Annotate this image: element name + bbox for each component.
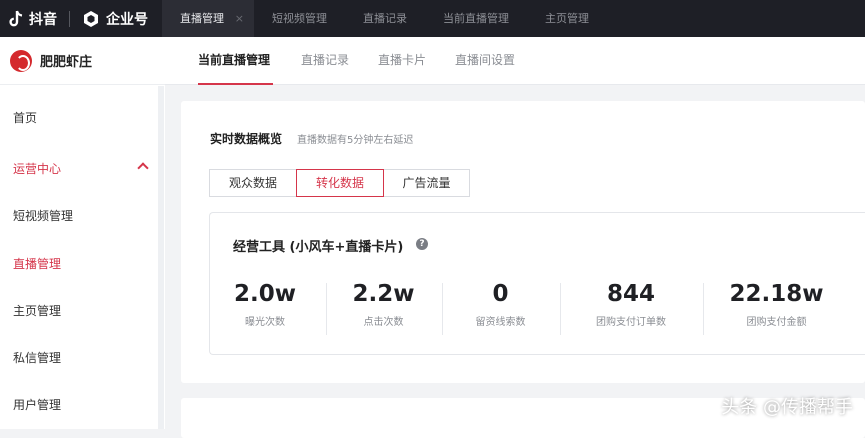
metric-label: 留资线索数 bbox=[443, 313, 558, 328]
metrics-panel: 经营工具 (小风车+直播卡片) ? 2.0w 曝光次数 2.2w 点击次数 0 … bbox=[209, 212, 865, 355]
sidebar-item-users[interactable]: 用户管理 bbox=[0, 390, 165, 420]
tab-current-live[interactable]: 当前直播管理 bbox=[198, 37, 270, 85]
enterprise-logo-icon bbox=[82, 10, 100, 28]
top-bar: 抖音 企业号 直播管理 × 短视频管理 直播记录 当前直播管理 主页管理 bbox=[0, 0, 865, 37]
segment-conversion-data[interactable]: 转化数据 bbox=[296, 169, 384, 197]
sidebar-group-operations[interactable]: 运营中心 bbox=[0, 154, 165, 184]
segment-ad-traffic[interactable]: 广告流量 bbox=[383, 169, 470, 197]
content-tabs: 当前直播管理 直播记录 直播卡片 直播间设置 bbox=[165, 37, 865, 85]
sidebar-item-homepage[interactable]: 主页管理 bbox=[0, 296, 165, 326]
segment-audience-data[interactable]: 观众数据 bbox=[209, 169, 297, 197]
top-tab-label: 主页管理 bbox=[545, 12, 589, 25]
top-tab-label: 直播记录 bbox=[363, 12, 407, 25]
close-icon[interactable]: × bbox=[235, 0, 244, 37]
metric-value: 0 bbox=[443, 278, 558, 310]
realtime-overview-card: 实时数据概览 直播数据有5分钟左右延迟 观众数据 转化数据 广告流量 经营工具 … bbox=[181, 101, 865, 383]
metric-clicks: 2.2w 点击次数 bbox=[327, 278, 440, 328]
metric-label: 团购支付订单数 bbox=[561, 313, 701, 328]
metric-value: 22.18w bbox=[704, 278, 849, 310]
shop-avatar bbox=[10, 50, 32, 72]
top-tab-current-live[interactable]: 当前直播管理 bbox=[425, 0, 527, 37]
metric-label: 曝光次数 bbox=[210, 313, 320, 328]
metric-label: 团购支付金额 bbox=[704, 313, 849, 328]
metric-value: 844 bbox=[561, 278, 701, 310]
delay-note: 直播数据有5分钟左右延迟 bbox=[297, 131, 413, 146]
top-tab-label: 短视频管理 bbox=[272, 12, 327, 25]
sidebar: 肥肥虾庄 首页 运营中心 短视频管理 直播管理 主页管理 私信管理 用户管理 bbox=[0, 37, 165, 429]
sidebar-item-short-video[interactable]: 短视频管理 bbox=[0, 201, 165, 231]
sidebar-item-home[interactable]: 首页 bbox=[0, 103, 165, 133]
sidebar-item-messages[interactable]: 私信管理 bbox=[0, 343, 165, 373]
top-tabs: 直播管理 × 短视频管理 直播记录 当前直播管理 主页管理 bbox=[162, 0, 607, 37]
enterprise-label: 企业号 bbox=[106, 9, 148, 29]
sidebar-item-live[interactable]: 直播管理 bbox=[0, 249, 165, 279]
sidebar-group-label: 运营中心 bbox=[13, 162, 61, 176]
app-name: 抖音 bbox=[29, 9, 57, 29]
chevron-up-icon[interactable] bbox=[137, 162, 148, 173]
brand-divider bbox=[69, 11, 70, 27]
section-title: 实时数据概览 bbox=[210, 130, 282, 147]
metrics-title: 经营工具 (小风车+直播卡片) bbox=[233, 236, 403, 255]
shop-name: 肥肥虾庄 bbox=[40, 51, 92, 70]
tab-live-settings[interactable]: 直播间设置 bbox=[455, 37, 515, 85]
top-tab-homepage[interactable]: 主页管理 bbox=[527, 0, 607, 37]
help-icon[interactable]: ? bbox=[416, 238, 428, 250]
tab-live-records[interactable]: 直播记录 bbox=[301, 37, 349, 85]
metric-leads: 0 留资线索数 bbox=[443, 278, 558, 328]
brand[interactable]: 抖音 企业号 bbox=[0, 0, 148, 37]
metric-group-buy-amount: 22.18w 团购支付金额 bbox=[704, 278, 849, 328]
metric-group-buy-orders: 844 团购支付订单数 bbox=[561, 278, 701, 328]
top-tab-live-records[interactable]: 直播记录 bbox=[345, 0, 425, 37]
tab-live-cards[interactable]: 直播卡片 bbox=[378, 37, 426, 85]
metric-impressions: 2.0w 曝光次数 bbox=[210, 278, 320, 328]
metric-label: 点击次数 bbox=[327, 313, 440, 328]
watermark: 头条 @传播帮手 bbox=[721, 393, 853, 419]
douyin-logo-icon bbox=[8, 10, 24, 28]
top-tab-short-video[interactable]: 短视频管理 bbox=[254, 0, 345, 37]
shop-header[interactable]: 肥肥虾庄 bbox=[0, 37, 165, 85]
metric-value: 2.0w bbox=[210, 278, 320, 310]
top-tab-live-manage[interactable]: 直播管理 × bbox=[162, 0, 254, 37]
top-tab-label: 直播管理 bbox=[180, 12, 224, 25]
active-tab-indicator bbox=[198, 83, 273, 85]
top-tab-label: 当前直播管理 bbox=[443, 12, 509, 25]
metric-value: 2.2w bbox=[327, 278, 440, 310]
sidebar-scrollbar[interactable] bbox=[158, 86, 164, 429]
